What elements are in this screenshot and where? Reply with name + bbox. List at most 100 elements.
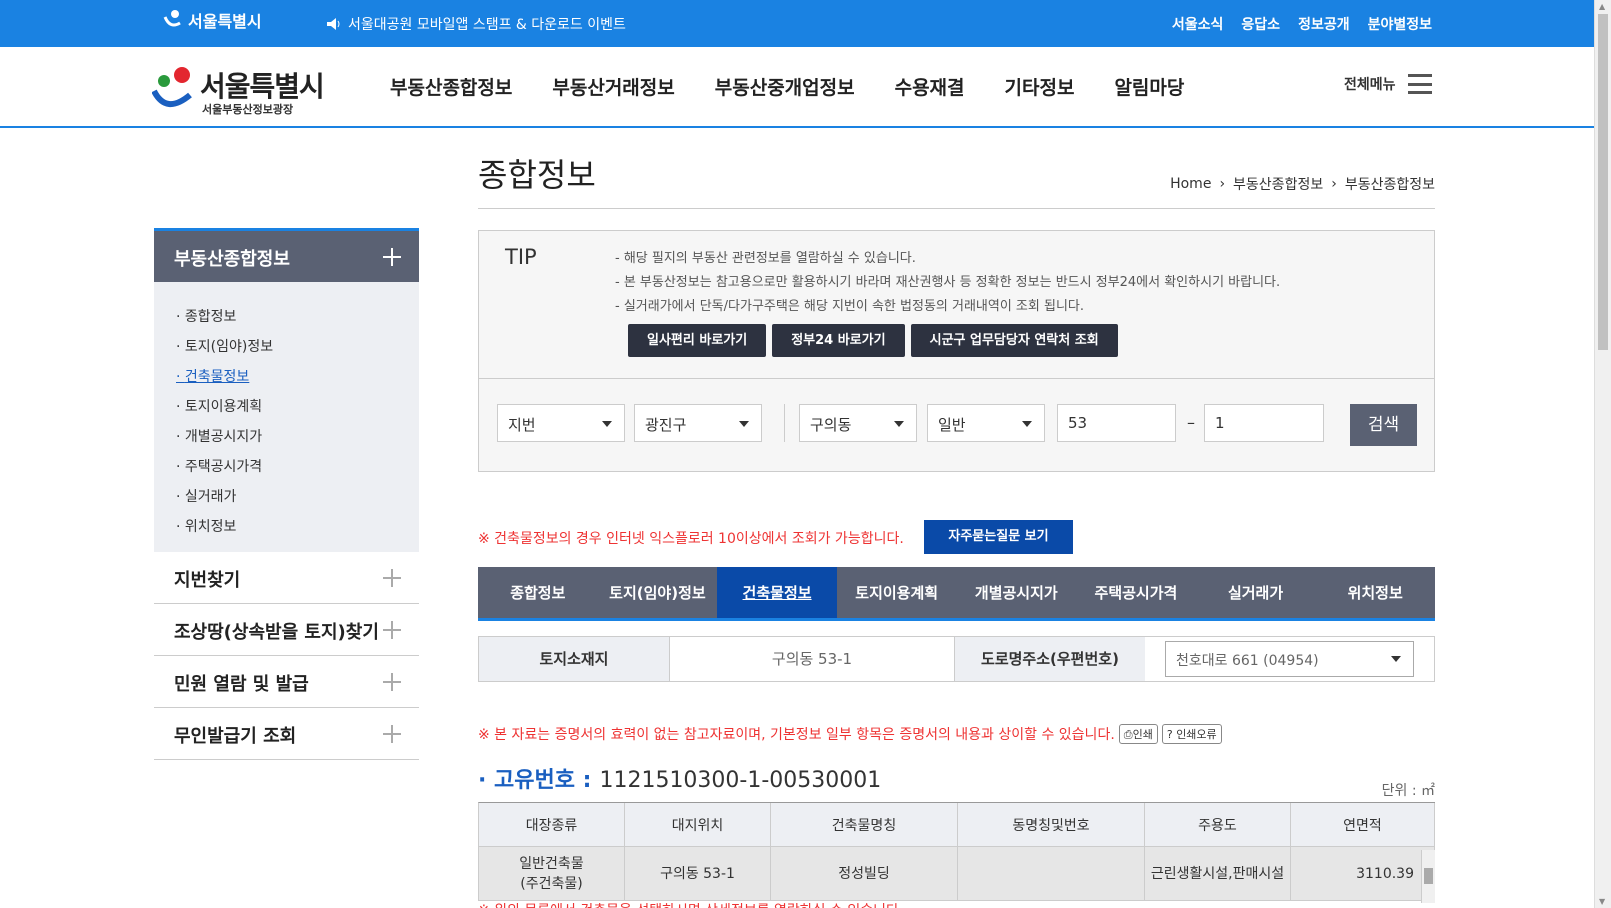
dong-select[interactable]: 구의동: [799, 404, 917, 442]
sidebar-item-housing-price[interactable]: · 주택공시가격: [176, 452, 419, 482]
search-button[interactable]: 검색: [1350, 404, 1417, 446]
search-divider: [784, 404, 785, 442]
sidebar-item-label: 주택공시가격: [184, 459, 263, 475]
tip-text: 해당 필지의 부동산 관련정보를 열람하실 수 있습니다.: [623, 251, 916, 266]
gnb-notice[interactable]: 알림마당: [1114, 73, 1184, 100]
lot-kind-select[interactable]: 일반: [927, 404, 1045, 442]
sidebar-section-label: 무인발급기 조회: [174, 726, 297, 747]
cell-total-area: 3110.39: [1291, 847, 1435, 901]
unique-number-value: 1121510300-1-00530001: [599, 768, 882, 793]
gnb-realestate-info[interactable]: 부동산종합정보: [390, 73, 512, 100]
link-field-info[interactable]: 분야별정보: [1368, 14, 1432, 34]
gu-select[interactable]: 광진구: [634, 404, 762, 442]
col-total-area: 연면적: [1291, 803, 1435, 847]
link-info-disclosure[interactable]: 정보공개: [1298, 14, 1350, 34]
sidebar-section-lot-search[interactable]: 지번찾기: [154, 552, 419, 604]
tab-housing-price[interactable]: 주택공시가격: [1076, 567, 1196, 618]
sidebar-item-general[interactable]: · 종합정보: [176, 302, 419, 332]
tab-land[interactable]: 토지(임야)정보: [598, 567, 718, 618]
left-sidebar: 부동산종합정보 · 종합정보 · 토지(임야)정보 · 건축물정보 · 토지이용…: [154, 228, 419, 760]
col-ledger-type: 대장종류: [479, 803, 625, 847]
search-type-select[interactable]: 지번: [497, 404, 625, 442]
sidebar-item-location[interactable]: · 위치정보: [176, 512, 419, 542]
search-panel: 지번 광진구 구의동 일반 53 – 1 검색: [478, 378, 1435, 472]
tab-actual-price[interactable]: 실거래가: [1196, 567, 1316, 618]
print-button[interactable]: ⎙인쇄: [1118, 724, 1158, 744]
col-main-use: 주용도: [1145, 803, 1291, 847]
sidebar-section-kiosk[interactable]: 무인발급기 조회: [154, 708, 419, 760]
gnb-broker-info[interactable]: 부동산중개업정보: [715, 73, 855, 100]
print-error-button[interactable]: ? 인쇄오류: [1161, 724, 1222, 744]
select-value: 구의동: [810, 416, 852, 434]
breadcrumb-home[interactable]: Home: [1170, 176, 1211, 192]
sidebar-item-label: 토지(임야)정보: [184, 339, 274, 355]
table-scrollbar-thumb[interactable]: [1424, 868, 1433, 884]
sidebar-item-land[interactable]: · 토지(임야)정보: [176, 332, 419, 362]
tab-location[interactable]: 위치정보: [1315, 567, 1435, 618]
sidebar-item-label: 실거래가: [184, 489, 237, 505]
tab-general[interactable]: 종합정보: [478, 567, 598, 618]
tab-land-price[interactable]: 개별공시지가: [957, 567, 1077, 618]
table-scrollbar[interactable]: [1421, 850, 1435, 903]
col-building-name: 건축물명칭: [771, 803, 958, 847]
caret-down-icon: [602, 421, 612, 427]
input-value: 1: [1215, 414, 1225, 432]
notice-banner[interactable]: 서울대공원 모바일앱 스탬프 & 다운로드 이벤트: [326, 14, 626, 34]
sidebar-item-land-use[interactable]: · 토지이용계획: [176, 392, 419, 422]
ilsapyeonri-button[interactable]: 일사편리 바로가기: [628, 324, 767, 357]
brand-logo[interactable]: 서울특별시 서울부동산정보광장: [152, 65, 342, 117]
reference-warning-text: ※ 본 자료는 증명서의 효력이 없는 참고자료이며, 기본정보 일부 항목은 …: [478, 727, 1115, 743]
land-location-value: 구의동 53-1: [669, 637, 955, 681]
link-eungdapso[interactable]: 응답소: [1241, 14, 1280, 34]
cell-building-name: 정성빌딩: [771, 847, 958, 901]
all-menu-button[interactable]: 전체메뉴: [1344, 74, 1432, 94]
chevron-right-icon: ›: [1219, 176, 1226, 192]
caret-down-icon: [739, 421, 749, 427]
breadcrumb-current: 부동산종합정보: [1344, 177, 1435, 193]
road-address-select[interactable]: 천호대로 661 (04954): [1145, 637, 1434, 681]
table-row[interactable]: 일반건축물 (주건축물) 구의동 53-1 정성빌딩 근린생활시설,판매시설 3…: [479, 847, 1435, 901]
select-value: 천호대로 661 (04954): [1176, 653, 1319, 669]
print-label: 인쇄: [1132, 728, 1153, 741]
sidebar-section-ancestor-land[interactable]: 조상땅(상속받을 토지)찾기: [154, 604, 419, 656]
page: 서울특별시 서울대공원 모바일앱 스탬프 & 다운로드 이벤트 서울소식 응답소…: [0, 0, 1611, 908]
page-scrollbar-thumb[interactable]: [1598, 14, 1608, 350]
bubeon-input[interactable]: 1: [1204, 404, 1324, 442]
cell-main-use: 근린생활시설,판매시설: [1145, 847, 1291, 901]
road-address-label: 도로명주소(우편번호): [955, 637, 1145, 681]
gov24-button[interactable]: 정부24 바로가기: [772, 324, 905, 357]
district-contact-button[interactable]: 시군구 업무담당자 연락처 조회: [910, 324, 1118, 357]
input-value: 53: [1068, 414, 1088, 432]
expand-plus-icon: [383, 620, 401, 639]
gnb-transaction-info[interactable]: 부동산거래정보: [552, 73, 674, 100]
tip-buttons: 일사편리 바로가기 정부24 바로가기 시군구 업무담당자 연락처 조회: [628, 324, 1118, 357]
sidebar-item-actual-price[interactable]: · 실거래가: [176, 482, 419, 512]
tip-line: - 본 부동산정보는 참고용으로만 활용하시기 바라며 재산권행사 등 정확한 …: [615, 275, 1281, 290]
caret-down-icon: [894, 421, 904, 427]
faq-button[interactable]: 자주묻는질문 보기: [924, 520, 1073, 554]
sidebar-item-label: 건축물정보: [184, 369, 250, 385]
sidebar-section-civil-docs[interactable]: 민원 열람 및 발급: [154, 656, 419, 708]
gnb-expropriation[interactable]: 수용재결: [895, 73, 965, 100]
tab-land-use[interactable]: 토지이용계획: [837, 567, 957, 618]
all-menu-label: 전체메뉴: [1344, 77, 1396, 93]
sidebar-section-realestate[interactable]: 부동산종합정보: [154, 228, 419, 282]
global-nav: 부동산종합정보 부동산거래정보 부동산중개업정보 수용재결 기타정보 알림마당: [390, 73, 1184, 100]
page-scrollbar[interactable]: ▲ ▼: [1594, 0, 1611, 908]
tab-building[interactable]: 건축물정보: [717, 567, 837, 618]
gnb-other-info[interactable]: 기타정보: [1005, 73, 1075, 100]
breadcrumb-item[interactable]: 부동산종합정보: [1233, 174, 1323, 194]
tip-line: - 실거래가에서 단독/다가구주택은 해당 지번이 속한 법정동의 거래내역이 …: [615, 299, 1084, 314]
bonbeon-input[interactable]: 53: [1057, 404, 1176, 442]
expand-plus-icon: [383, 724, 401, 743]
sidebar-item-label: 토지이용계획: [184, 399, 263, 415]
scroll-up-icon[interactable]: ▲: [1599, 2, 1605, 11]
seoul-city-link[interactable]: 서울특별시: [162, 8, 262, 32]
sidebar-item-land-price[interactable]: · 개별공시지가: [176, 422, 419, 452]
road-address-select-box[interactable]: 천호대로 661 (04954): [1165, 641, 1414, 677]
link-seoul-news[interactable]: 서울소식: [1172, 14, 1224, 34]
breadcrumb: Home › 부동산종합정보 › 부동산종합정보: [1170, 174, 1435, 194]
sidebar-item-building[interactable]: · 건축물정보: [176, 362, 419, 392]
scroll-down-icon[interactable]: ▼: [1599, 897, 1605, 906]
select-building-hint: ※ 위의 목록에서 건축물을 선택하시면 상세정보를 열람하실 수 있습니다.: [478, 900, 903, 908]
